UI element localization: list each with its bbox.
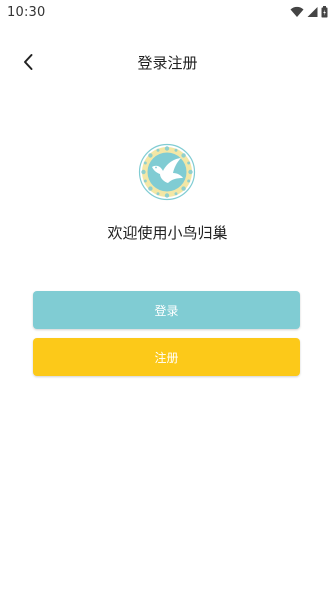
- cellular-signal-icon: [307, 7, 318, 17]
- header: 登录注册: [0, 44, 335, 80]
- bird-emblem-icon: [138, 143, 196, 201]
- battery-icon: [321, 6, 328, 18]
- login-button[interactable]: 登录: [33, 291, 300, 329]
- register-button[interactable]: 注册: [33, 338, 300, 376]
- app-logo: [138, 143, 196, 201]
- status-icons: [290, 6, 328, 18]
- welcome-text: 欢迎使用小鸟归巢: [107, 224, 228, 242]
- wifi-icon: [290, 6, 304, 17]
- status-time: 10:30: [7, 4, 46, 20]
- page-title: 登录注册: [137, 54, 198, 72]
- status-bar: 10:30: [0, 0, 335, 24]
